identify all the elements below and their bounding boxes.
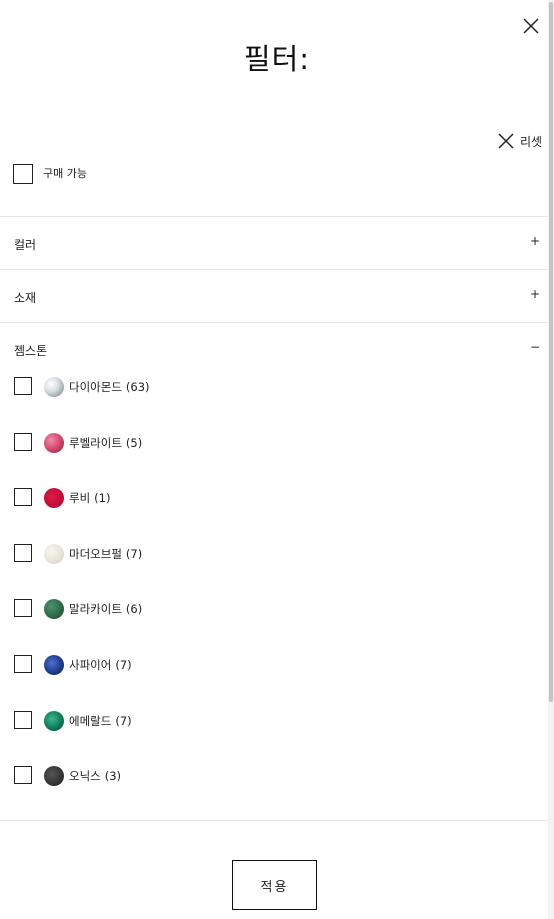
divider [0,820,548,821]
expand-icon: + [529,287,540,301]
sapphire-swatch-icon [44,655,64,675]
malachite-swatch-icon [44,599,64,619]
gemstone-item-ruby[interactable]: 루비 (1) [0,477,548,517]
close-icon [523,18,539,34]
gemstone-checkbox[interactable] [14,377,32,395]
gemstone-checkbox[interactable] [14,544,32,562]
section-material-label: 소재 [14,291,37,305]
gemstone-label: 오닉스 (3) [69,769,122,783]
gemstone-checkbox[interactable] [14,711,32,729]
section-gemstone-label: 젬스톤 [14,344,48,358]
gemstone-item-onyx[interactable]: 오닉스 (3) [0,755,548,795]
gemstone-label: 말라카이트 (6) [69,602,143,616]
gemstone-item-rubellite[interactable]: 루벨라이트 (5) [0,422,548,462]
gemstone-item-sapphire[interactable]: 사파이어 (7) [0,644,548,684]
page-title: 필터: [243,42,311,76]
section-material-header[interactable]: 소재 + [0,270,548,322]
gemstone-label: 마더오브펄 (7) [69,547,143,561]
gemstone-item-mother-of-pearl[interactable]: 마더오브펄 (7) [0,533,548,573]
availability-checkbox[interactable] [13,164,33,184]
onyx-swatch-icon [44,766,64,786]
ruby-swatch-icon [44,488,64,508]
gemstone-label: 루벨라이트 (5) [69,436,143,450]
gemstone-item-diamond[interactable]: 다이아몬드 (63) [0,366,548,406]
gemstone-checkbox[interactable] [14,766,32,784]
close-button[interactable] [521,16,541,36]
section-color-label: 컬러 [14,238,37,252]
gemstone-item-malachite[interactable]: 말라카이트 (6) [0,588,548,628]
section-color-header[interactable]: 컬러 + [0,217,548,269]
reset-button[interactable]: 리셋 [498,130,542,152]
gemstone-label: 에메랄드 (7) [69,714,132,728]
expand-icon: + [529,234,540,248]
filter-panel: 필터: 리셋 구매 가능 컬러 + 소재 + 젬스톤 − 다이아몬드 (63) 루… [0,0,554,919]
gemstone-checkbox[interactable] [14,655,32,673]
diamond-swatch-icon [44,377,64,397]
collapse-icon: − [529,340,540,354]
gemstone-label: 사파이어 (7) [69,658,132,672]
reset-label: 리셋 [520,134,543,149]
gemstone-checkbox[interactable] [14,433,32,451]
close-icon [498,133,514,149]
emerald-swatch-icon [44,711,64,731]
gemstone-label: 다이아몬드 (63) [69,380,150,394]
rubellite-swatch-icon [44,433,64,453]
gemstone-label: 루비 (1) [69,491,111,505]
scrollbar[interactable] [548,0,554,919]
availability-label: 구매 가능 [43,167,87,180]
gemstone-checkbox[interactable] [14,599,32,617]
gemstone-item-emerald[interactable]: 에메랄드 (7) [0,700,548,740]
apply-button[interactable]: 적용 [232,860,317,910]
scrollbar-thumb[interactable] [549,2,553,702]
mother-of-pearl-swatch-icon [44,544,64,564]
gemstone-checkbox[interactable] [14,488,32,506]
